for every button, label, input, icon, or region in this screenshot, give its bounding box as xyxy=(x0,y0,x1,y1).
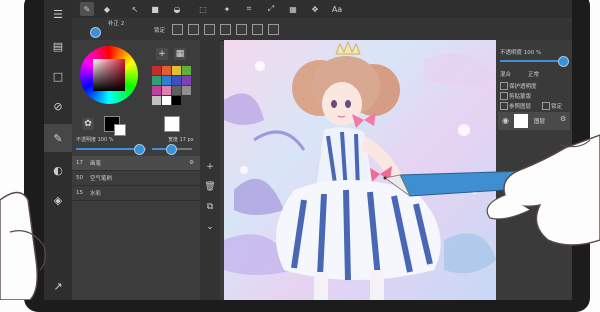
more-icon[interactable]: ⌄ xyxy=(203,220,217,234)
layer-thumbnail xyxy=(514,114,528,128)
color-wheel[interactable] xyxy=(80,46,138,104)
brush-item[interactable]: 50 空气笔刷 xyxy=(72,171,200,186)
color-swatch[interactable] xyxy=(162,76,171,85)
option-toggle-3[interactable] xyxy=(204,24,215,35)
color-swatch[interactable] xyxy=(182,76,191,85)
crop-icon[interactable]: ⌗ xyxy=(242,2,256,16)
pencil-icon[interactable]: ✎ xyxy=(80,2,94,16)
color-swatch[interactable] xyxy=(152,66,161,75)
brush-opacity-label: 不透明度 100 % xyxy=(76,137,114,143)
swatch-grid-button[interactable]: ▦ xyxy=(174,48,186,60)
text-icon[interactable]: Aa xyxy=(330,2,344,16)
clipping-label: 剪贴蒙版 xyxy=(509,94,532,100)
option-toggle-7[interactable] xyxy=(268,24,279,35)
layer-opacity-slider[interactable] xyxy=(500,60,566,62)
top-toolbar: ✎ ◆ ↖ ■ ◒ ⬚ ✦ ⌗ ⤢ ▦ ✥ Aa xyxy=(72,0,572,19)
color-swatch[interactable] xyxy=(182,66,191,75)
option-toggle-4[interactable] xyxy=(220,24,231,35)
canvas-tool-column: + 🗑 ⧉ ⌄ xyxy=(200,40,220,300)
color-swatch[interactable] xyxy=(172,76,181,85)
option-toggle-6[interactable] xyxy=(252,24,263,35)
color-swatch[interactable] xyxy=(162,96,171,105)
delete-brush-icon[interactable]: 🗑 xyxy=(203,180,217,194)
protect-alpha-checkbox[interactable] xyxy=(500,82,508,90)
drawing-canvas[interactable] xyxy=(224,40,496,300)
lock-layer-label: 锁定 xyxy=(551,104,563,110)
tool-options-bar: 补正 2 锁定 xyxy=(72,18,572,41)
blend-mode-select[interactable]: 正常 xyxy=(528,70,539,78)
option-toggle-5[interactable] xyxy=(236,24,247,35)
brush-list: 17 画笔 ⚙ 50 空气笔刷 15 水彩 xyxy=(72,156,200,201)
brush-size-knob[interactable] xyxy=(166,144,177,155)
brush-item[interactable]: 17 画笔 ⚙ xyxy=(72,156,200,171)
protect-alpha-label: 保护透明度 xyxy=(509,84,537,90)
grid-icon[interactable]: ▦ xyxy=(286,2,300,16)
color-swatch[interactable] xyxy=(182,86,191,95)
brush-panel-icon[interactable]: ✎ xyxy=(44,124,72,152)
color-swatch[interactable] xyxy=(152,76,161,85)
share-icon[interactable]: ↗ xyxy=(44,272,72,300)
color-swatch[interactable] xyxy=(172,86,181,95)
layer-panel-icon[interactable]: ◈ xyxy=(44,186,72,214)
eraser-icon[interactable]: ◆ xyxy=(100,2,114,16)
app-screen: ☰ ▤ □ ⊘ ✎ ◐ ◈ ↗ ✎ ◆ ↖ ■ ◒ ⬚ ✦ ⌗ ⤢ ▦ ✥ Aa… xyxy=(44,0,572,300)
color-swatch[interactable] xyxy=(162,66,171,75)
color-swatch[interactable] xyxy=(152,96,161,105)
move-icon[interactable]: ✥ xyxy=(308,2,322,16)
clipping-checkbox[interactable] xyxy=(500,92,508,100)
layer-opacity-knob[interactable] xyxy=(558,56,569,67)
color-swatch[interactable] xyxy=(172,96,181,105)
artwork-illustration xyxy=(224,40,496,300)
ref-layer-label: 参照图层 xyxy=(509,104,532,110)
rotate-icon[interactable]: ⊘ xyxy=(44,92,72,120)
brush-settings-icon[interactable]: ⚙ xyxy=(189,160,194,166)
select-arrow-icon[interactable]: ↖ xyxy=(128,2,142,16)
fill-square-icon[interactable]: ■ xyxy=(148,2,162,16)
menu-icon[interactable]: ☰ xyxy=(44,0,72,28)
lasso-icon[interactable]: ⬚ xyxy=(196,2,210,16)
brush-color-panel: + ▦ ✿ 不透明度 100 % 宽度 17 px 17 画笔 ⚙ 50 空气笔… xyxy=(72,40,200,300)
brush-opacity-knob[interactable] xyxy=(134,144,145,155)
background-color[interactable] xyxy=(114,124,126,136)
transparent-color[interactable] xyxy=(164,116,180,132)
bucket-icon[interactable]: ◒ xyxy=(170,2,184,16)
copy-brush-icon[interactable]: ⧉ xyxy=(203,200,217,214)
ref-layer-checkbox[interactable] xyxy=(500,102,508,110)
brush-size-label: 宽度 17 px xyxy=(168,137,194,143)
transform-icon[interactable]: ⤢ xyxy=(264,2,278,16)
layer-name: 图层 xyxy=(534,119,546,125)
layer-opacity-label: 不透明度 100 % xyxy=(500,50,542,56)
option-toggle-1[interactable] xyxy=(172,24,183,35)
color-square[interactable] xyxy=(93,59,125,91)
file-icon[interactable]: ▤ xyxy=(44,32,72,60)
color-panel-icon[interactable]: ◐ xyxy=(44,156,72,184)
canvas-icon[interactable]: □ xyxy=(44,62,72,90)
brush-item[interactable]: 15 水彩 xyxy=(72,186,200,201)
color-swatches xyxy=(152,66,194,106)
lock-layer-checkbox[interactable] xyxy=(542,102,550,110)
add-brush-icon[interactable]: + xyxy=(203,160,217,174)
palette-icon[interactable]: ✿ xyxy=(82,118,94,130)
layer-row[interactable]: ◉ 图层 ⚙ xyxy=(498,112,570,130)
correction-label: 补正 2 xyxy=(108,21,125,27)
color-swatch[interactable] xyxy=(172,66,181,75)
lock-label: 锁定 xyxy=(154,28,166,34)
eye-icon[interactable]: ◉ xyxy=(502,116,509,125)
wand-icon[interactable]: ✦ xyxy=(220,2,234,16)
left-rail: ☰ ▤ □ ⊘ ✎ ◐ ◈ ↗ xyxy=(44,0,73,300)
layer-panel: 不透明度 100 % 混合 正常 保护透明度 剪贴蒙版 参照图层 锁定 ◉ 图层… xyxy=(496,40,572,300)
option-toggle-2[interactable] xyxy=(188,24,199,35)
add-swatch-button[interactable]: + xyxy=(156,48,168,60)
color-swatch[interactable] xyxy=(152,86,161,95)
color-swatch[interactable] xyxy=(162,86,171,95)
correction-slider-knob[interactable] xyxy=(90,27,101,38)
layer-settings-icon[interactable]: ⚙ xyxy=(560,115,566,123)
blend-label: 混合 xyxy=(500,72,512,78)
